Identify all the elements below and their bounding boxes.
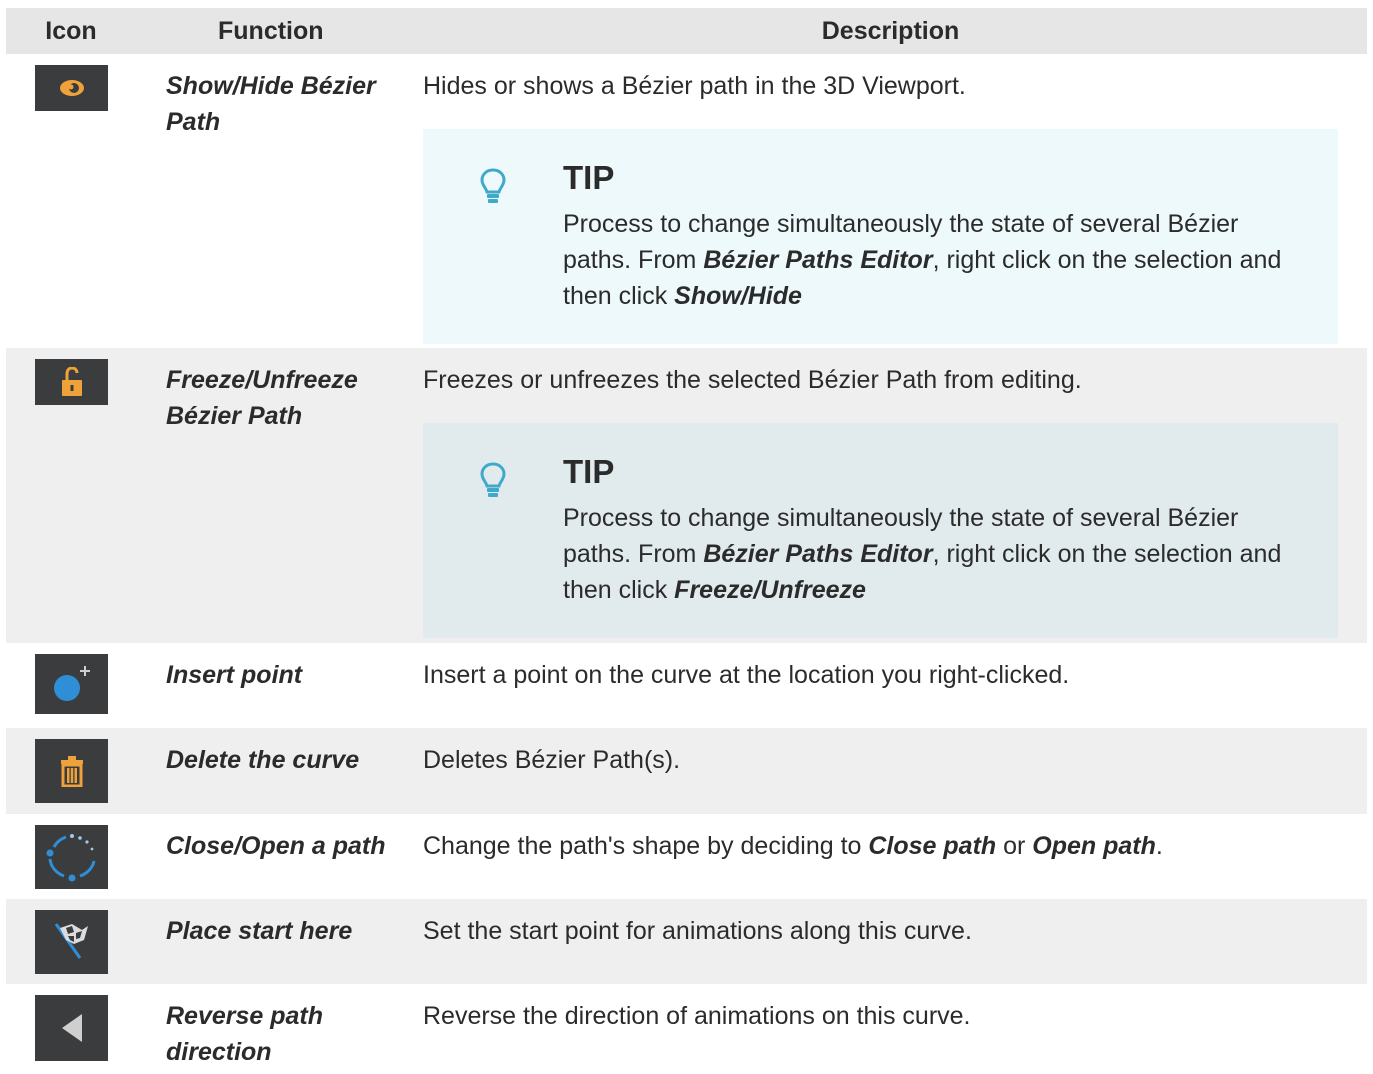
function-label: Delete the curve bbox=[136, 728, 414, 814]
table-row: Show/Hide Bézier Path Hides or shows a B… bbox=[6, 54, 1367, 348]
eye-icon bbox=[35, 65, 108, 111]
trash-icon bbox=[35, 739, 108, 803]
tip-box: TIP Process to change simultaneously the… bbox=[423, 423, 1338, 638]
table-row: Close/Open a path Change the path's shap… bbox=[6, 814, 1367, 899]
table-row: Freeze/Unfreeze Bézier Path Freezes or u… bbox=[6, 348, 1367, 643]
lightbulb-icon bbox=[480, 462, 506, 497]
lightbulb-icon bbox=[480, 168, 506, 203]
header-icon: Icon bbox=[6, 8, 136, 54]
close-path-label: Close path bbox=[868, 832, 997, 860]
function-label: Freeze/Unfreeze Bézier Path bbox=[136, 348, 414, 643]
functions-table: Icon Function Description Show/Hide Bézi… bbox=[6, 8, 1367, 1074]
header-description: Description bbox=[414, 8, 1367, 54]
table-row: Place start here Set the start point for… bbox=[6, 899, 1367, 984]
function-label: Reverse path direction bbox=[136, 984, 414, 1074]
description-text: Deletes Bézier Path(s). bbox=[414, 728, 1367, 814]
tip-text: Process to change simultaneously the sta… bbox=[563, 210, 1282, 310]
freeze-unfreeze-label: Freeze/Unfreeze bbox=[674, 576, 866, 604]
function-label: Show/Hide Bézier Path bbox=[136, 54, 414, 348]
table-row: Delete the curve Deletes Bézier Path(s). bbox=[6, 728, 1367, 814]
tip-title: TIP bbox=[563, 453, 615, 490]
reverse-arrow-icon bbox=[35, 995, 108, 1061]
tip-box: TIP Process to change simultaneously the… bbox=[423, 129, 1338, 344]
description-text: Change the path's shape by deciding to C… bbox=[414, 814, 1367, 899]
unlock-icon bbox=[35, 359, 108, 405]
header-function: Function bbox=[136, 8, 414, 54]
description-text: Freezes or unfreezes the selected Bézier… bbox=[423, 366, 1082, 394]
table-header-row: Icon Function Description bbox=[6, 8, 1367, 54]
tip-title: TIP bbox=[563, 159, 615, 196]
insert-point-icon bbox=[35, 654, 108, 714]
function-label: Close/Open a path bbox=[136, 814, 414, 899]
bezier-paths-editor-label: Bézier Paths Editor bbox=[703, 540, 933, 568]
show-hide-label: Show/Hide bbox=[674, 282, 802, 310]
description-text: Hides or shows a Bézier path in the 3D V… bbox=[423, 72, 966, 100]
start-flag-icon bbox=[35, 910, 108, 974]
close-open-path-icon bbox=[35, 825, 108, 889]
table-row: Insert point Insert a point on the curve… bbox=[6, 643, 1367, 728]
description-text: Insert a point on the curve at the locat… bbox=[414, 643, 1367, 728]
description-text: Reverse the direction of animations on t… bbox=[414, 984, 1367, 1074]
tip-text: Process to change simultaneously the sta… bbox=[563, 504, 1282, 604]
bezier-paths-editor-label: Bézier Paths Editor bbox=[703, 246, 933, 274]
open-path-label: Open path bbox=[1032, 832, 1156, 860]
function-label: Insert point bbox=[136, 643, 414, 728]
description-text: Set the start point for animations along… bbox=[414, 899, 1367, 984]
function-label: Place start here bbox=[136, 899, 414, 984]
table-row: Reverse path direction Reverse the direc… bbox=[6, 984, 1367, 1074]
